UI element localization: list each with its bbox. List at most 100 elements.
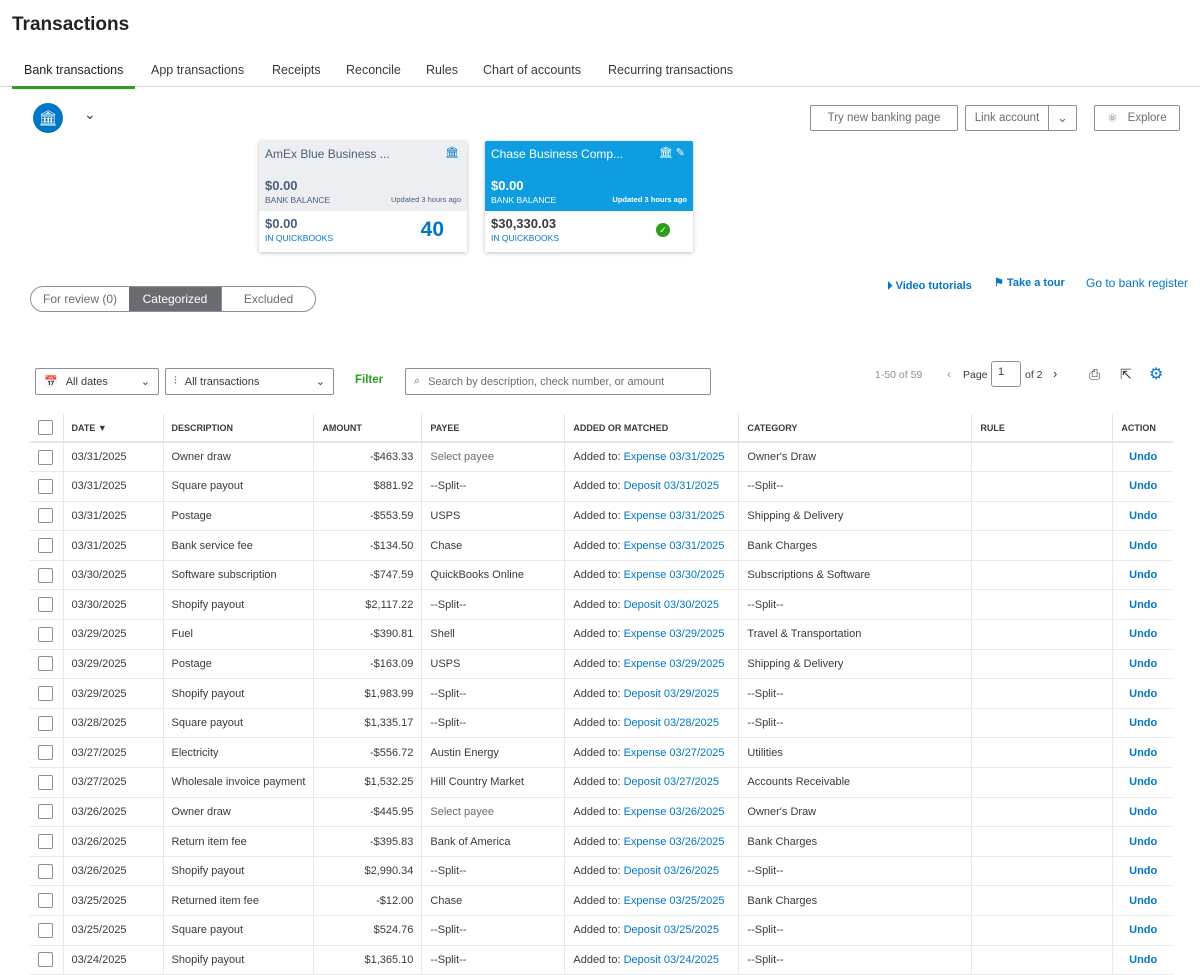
undo-button[interactable]: Undo xyxy=(1112,589,1173,621)
row-checkbox[interactable] xyxy=(38,715,53,731)
table-row[interactable]: 03/31/2025 Square payout $881.92 --Split-- A… xyxy=(30,471,1173,502)
matched-link[interactable]: Deposit 03/31/2025 xyxy=(624,480,719,492)
undo-button[interactable]: Undo xyxy=(1112,945,1173,975)
undo-button[interactable]: Undo xyxy=(1112,471,1173,502)
date-filter-dropdown[interactable]: 📅 All dates ⌄ xyxy=(35,368,159,395)
explore-button[interactable]: ⚛ Explore xyxy=(1094,105,1180,131)
settings-gear-icon[interactable]: ⚙ xyxy=(1149,364,1163,384)
row-checkbox[interactable] xyxy=(38,834,53,850)
matched-link[interactable]: Expense 03/29/2025 xyxy=(624,658,725,670)
table-row[interactable]: 03/27/2025 Electricity -$556.72 Austin Ener… xyxy=(30,737,1173,769)
search-input[interactable]: ⌕ Search by description, check number, or… xyxy=(405,368,711,395)
prev-page-icon[interactable]: ‹ xyxy=(947,367,951,381)
row-checkbox[interactable] xyxy=(38,597,53,613)
bank-register-link[interactable]: Go to bank register xyxy=(1086,276,1188,290)
table-row[interactable]: 03/24/2025 Shopify payout $1,365.10 --Split… xyxy=(30,945,1173,975)
table-row[interactable]: 03/28/2025 Square payout $1,335.17 --Split-… xyxy=(30,708,1173,739)
undo-button[interactable]: Undo xyxy=(1112,530,1173,561)
row-checkbox[interactable] xyxy=(38,449,53,465)
matched-link[interactable]: Deposit 03/28/2025 xyxy=(624,717,719,729)
undo-button[interactable]: Undo xyxy=(1112,797,1173,828)
tab-reconcile[interactable]: Reconcile xyxy=(346,63,401,77)
table-row[interactable]: 03/30/2025 Software subscription -$747.59 Q… xyxy=(30,560,1173,591)
matched-link[interactable]: Deposit 03/27/2025 xyxy=(624,776,719,788)
table-row[interactable]: 03/27/2025 Wholesale invoice payment $1,53… xyxy=(30,767,1173,798)
matched-link[interactable]: Expense 03/30/2025 xyxy=(624,569,725,581)
row-checkbox[interactable] xyxy=(38,774,53,790)
undo-button[interactable]: Undo xyxy=(1112,560,1173,591)
table-row[interactable]: 03/31/2025 Bank service fee -$134.50 Chase A… xyxy=(30,530,1173,561)
matched-link[interactable]: Deposit 03/26/2025 xyxy=(624,865,719,877)
tab-bank-transactions[interactable]: Bank transactions xyxy=(12,63,136,89)
table-row[interactable]: 03/26/2025 Return item fee -$395.83 Bank of… xyxy=(30,826,1173,857)
take-tour-link[interactable]: ⚑ Take a tour xyxy=(994,276,1065,289)
table-row[interactable]: 03/26/2025 Owner draw -$445.95 Select payee… xyxy=(30,797,1173,828)
undo-button[interactable]: Undo xyxy=(1112,856,1173,887)
matched-link[interactable]: Deposit 03/30/2025 xyxy=(624,599,719,611)
table-row[interactable]: 03/31/2025 Owner draw -$463.33 Select payee… xyxy=(30,442,1173,473)
next-page-icon[interactable]: › xyxy=(1053,366,1057,381)
column-header-date[interactable]: DATE ▼ xyxy=(63,414,164,443)
row-checkbox[interactable] xyxy=(38,863,53,879)
row-checkbox[interactable] xyxy=(38,656,53,672)
undo-button[interactable]: Undo xyxy=(1112,767,1173,798)
account-card-amex[interactable]: AmEx Blue Business ... 🏛 $0.00 BANK BALA… xyxy=(259,141,467,252)
row-checkbox[interactable] xyxy=(38,922,53,938)
tab-chart-of-accounts[interactable]: Chart of accounts xyxy=(483,63,581,77)
video-tutorials-link[interactable]: ⏵ Video tutorials xyxy=(887,280,972,293)
export-icon[interactable]: ⇱ xyxy=(1120,366,1132,383)
select-all-checkbox[interactable] xyxy=(38,420,53,435)
segment-categorized[interactable]: Categorized xyxy=(129,287,221,311)
row-checkbox[interactable] xyxy=(38,508,53,524)
account-card-chase[interactable]: Chase Business Comp... 🏛 ✎ $0.00 BANK BA… xyxy=(485,141,693,252)
undo-button[interactable]: Undo xyxy=(1112,737,1173,769)
row-checkbox[interactable] xyxy=(38,686,53,702)
undo-button[interactable]: Undo xyxy=(1112,678,1173,709)
review-count[interactable]: 40 xyxy=(421,218,444,242)
matched-link[interactable]: Deposit 03/25/2025 xyxy=(624,924,719,936)
matched-link[interactable]: Expense 03/31/2025 xyxy=(624,510,725,522)
segment-excluded[interactable]: Excluded xyxy=(221,287,315,311)
page-input[interactable]: 1 xyxy=(991,361,1021,387)
row-checkbox[interactable] xyxy=(38,893,53,909)
undo-button[interactable]: Undo xyxy=(1112,885,1173,916)
row-checkbox[interactable] xyxy=(38,804,53,820)
undo-button[interactable]: Undo xyxy=(1112,826,1173,857)
undo-button[interactable]: Undo xyxy=(1112,501,1173,532)
row-checkbox[interactable] xyxy=(38,952,53,968)
matched-link[interactable]: Deposit 03/29/2025 xyxy=(624,688,719,700)
print-icon[interactable]: ⎙ xyxy=(1089,366,1100,383)
tab-app-transactions[interactable]: App transactions xyxy=(151,63,244,77)
matched-link[interactable]: Expense 03/25/2025 xyxy=(624,895,725,907)
row-checkbox[interactable] xyxy=(38,478,53,494)
row-checkbox[interactable] xyxy=(38,538,53,554)
undo-button[interactable]: Undo xyxy=(1112,708,1173,739)
tab-rules[interactable]: Rules xyxy=(426,63,458,77)
matched-link[interactable]: Expense 03/26/2025 xyxy=(624,836,725,848)
matched-link[interactable]: Expense 03/29/2025 xyxy=(624,628,725,640)
table-row[interactable]: 03/25/2025 Returned item fee -$12.00 Chase A… xyxy=(30,885,1173,916)
table-row[interactable]: 03/29/2025 Fuel -$390.81 Shell Added to: Exp… xyxy=(30,619,1173,650)
undo-button[interactable]: Undo xyxy=(1112,915,1173,946)
segment-for-review[interactable]: For review (0) xyxy=(31,287,129,311)
row-checkbox[interactable] xyxy=(38,745,53,761)
link-account-button[interactable]: Link account xyxy=(965,105,1049,131)
row-checkbox[interactable] xyxy=(38,626,53,642)
matched-link[interactable]: Expense 03/31/2025 xyxy=(624,540,725,552)
undo-button[interactable]: Undo xyxy=(1112,649,1173,680)
table-row[interactable]: 03/29/2025 Postage -$163.09 USPS Added to: E… xyxy=(30,649,1173,680)
account-chevron-down-icon[interactable]: ⌄ xyxy=(84,106,96,123)
table-row[interactable]: 03/31/2025 Postage -$553.59 USPS Added to: E… xyxy=(30,501,1173,532)
tab-receipts[interactable]: Receipts xyxy=(272,63,321,77)
undo-button[interactable]: Undo xyxy=(1112,619,1173,650)
try-new-banking-button[interactable]: Try new banking page xyxy=(810,105,958,131)
row-checkbox[interactable] xyxy=(38,567,53,583)
table-row[interactable]: 03/25/2025 Square payout $524.76 --Split-- A… xyxy=(30,915,1173,946)
type-filter-dropdown[interactable]: ⫶ All transactions ⌄ xyxy=(165,368,334,395)
matched-link[interactable]: Expense 03/26/2025 xyxy=(624,806,725,818)
filter-button[interactable]: Filter xyxy=(355,374,383,386)
table-row[interactable]: 03/26/2025 Shopify payout $2,990.34 --Split… xyxy=(30,856,1173,887)
bank-icon[interactable]: 🏛 xyxy=(33,103,63,133)
table-row[interactable]: 03/30/2025 Shopify payout $2,117.22 --Split… xyxy=(30,589,1173,621)
table-row[interactable]: 03/29/2025 Shopify payout $1,983.99 --Split… xyxy=(30,678,1173,709)
